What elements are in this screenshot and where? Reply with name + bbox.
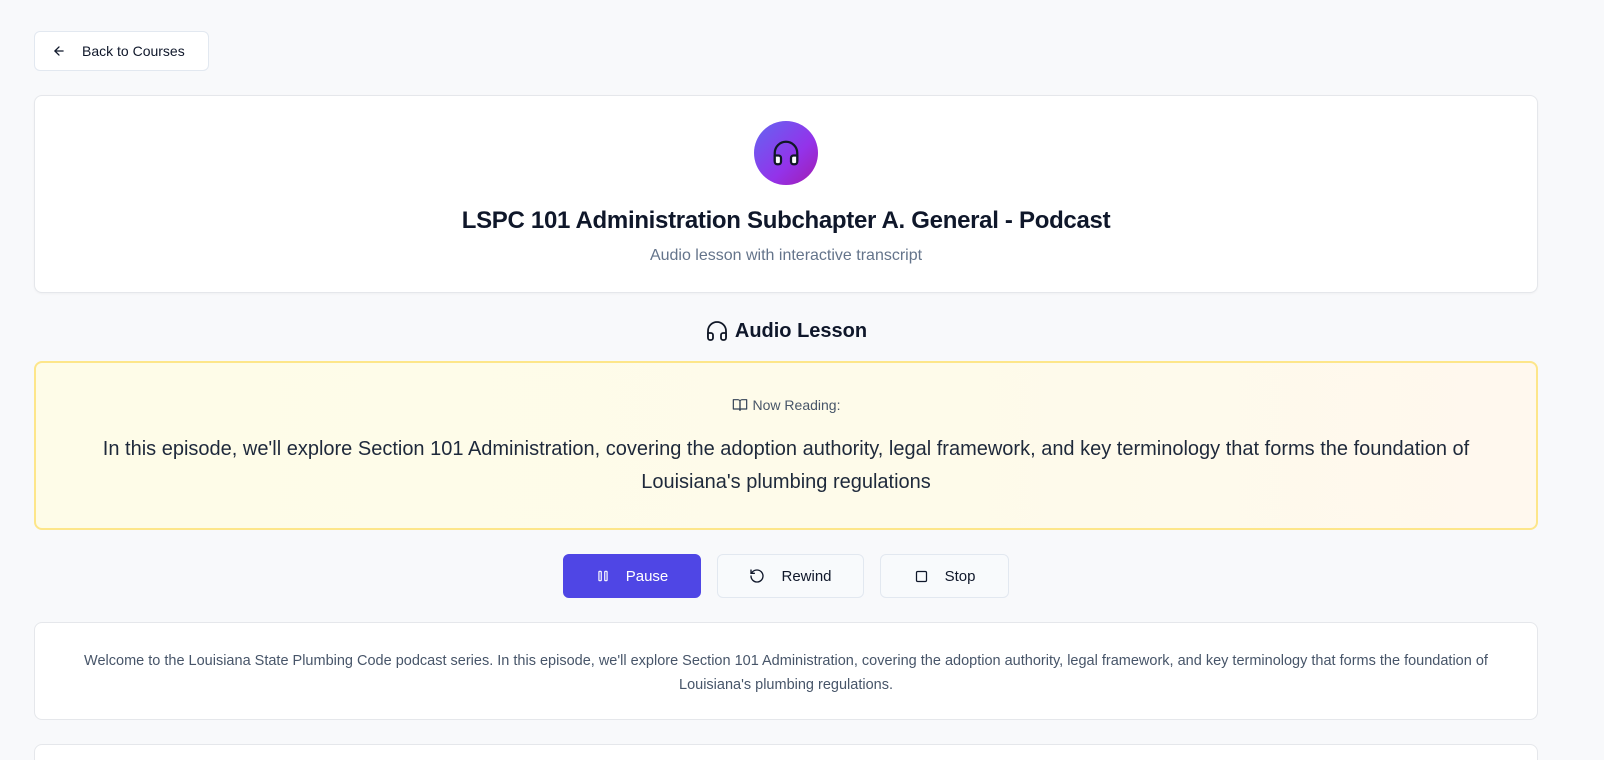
audio-lesson-title: Audio Lesson xyxy=(734,319,868,342)
playback-controls: Pause Rewind Stop xyxy=(0,554,1572,598)
rewind-button[interactable]: Rewind xyxy=(717,554,864,598)
page-subtitle: Audio lesson with interactive transcript xyxy=(649,247,923,264)
stop-label: Stop xyxy=(944,567,976,585)
now-reading-label: Now Reading: xyxy=(752,397,841,413)
audio-lesson-heading: Audio Lesson xyxy=(0,319,1572,343)
now-reading-card: Now Reading: In this episode, we'll expl… xyxy=(34,361,1538,530)
headphones-icon xyxy=(705,319,729,343)
transcript-text: Welcome to the Louisiana State Plumbing … xyxy=(84,653,1488,693)
back-to-courses-label: Back to Courses xyxy=(82,43,185,59)
page-title: LSPC 101 Administration Subchapter A. Ge… xyxy=(461,207,1111,234)
now-reading-text: In this episode, we'll explore Section 1… xyxy=(102,438,1470,493)
transcript-segment-next[interactable] xyxy=(34,744,1538,760)
pause-label: Pause xyxy=(625,567,669,585)
lesson-header-card: LSPC 101 Administration Subchapter A. Ge… xyxy=(34,95,1538,293)
rewind-label: Rewind xyxy=(781,567,832,585)
stop-icon xyxy=(914,569,929,584)
book-icon xyxy=(732,397,748,413)
podcast-avatar xyxy=(754,121,818,185)
rotate-ccw-icon xyxy=(749,568,765,584)
arrow-left-icon xyxy=(52,43,68,59)
pause-button[interactable]: Pause xyxy=(563,554,701,598)
now-reading-header: Now Reading: xyxy=(36,397,1536,413)
back-to-courses-button[interactable]: Back to Courses xyxy=(34,31,209,71)
headphones-icon xyxy=(771,138,801,168)
pause-icon xyxy=(596,569,610,583)
stop-button[interactable]: Stop xyxy=(880,554,1009,598)
transcript-segment[interactable]: Welcome to the Louisiana State Plumbing … xyxy=(34,622,1538,720)
